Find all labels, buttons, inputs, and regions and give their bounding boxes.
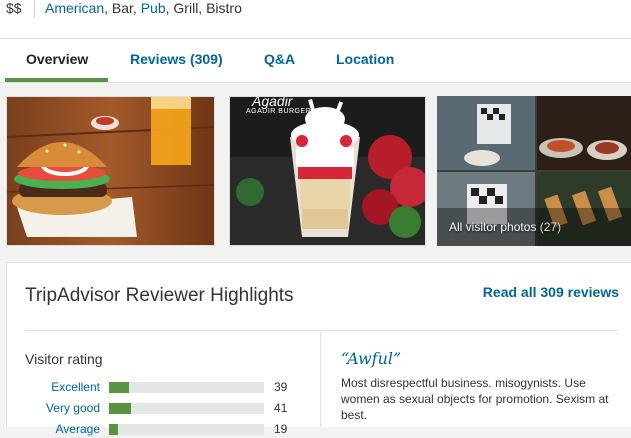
rating-label[interactable]: Excellent [25, 380, 100, 394]
rating-bar-fill [109, 382, 130, 393]
visitor-rating-title: Visitor rating [25, 351, 103, 367]
cuisine-link-pub[interactable]: Pub [141, 0, 166, 16]
visitor-photos-count: (27) [539, 220, 562, 234]
tab-reviews-label: Reviews [130, 51, 187, 67]
reviewer-highlights-card: TripAdvisor Reviewer Highlights Read all… [6, 262, 631, 436]
rating-row-average[interactable]: Average 19 [25, 422, 305, 438]
cuisine-link-american[interactable]: American [45, 0, 104, 16]
photo-strip: Agadir AGADIR BURGER All visitor photos … [0, 96, 631, 246]
cuisine-text: , Grill, Bistro [165, 0, 242, 16]
rating-row-very-good[interactable]: Very good 41 [25, 401, 305, 417]
price-range: $$ [6, 0, 22, 16]
review-snippet: Most disrespectful business. misogynists… [341, 376, 609, 422]
rating-row-excellent[interactable]: Excellent 39 [25, 380, 305, 396]
restaurant-info-row: $$ American, Bar, Pub, Grill, Bistro [0, 0, 631, 38]
rating-label[interactable]: Average [25, 422, 100, 436]
highlights-title: TripAdvisor Reviewer Highlights [25, 285, 294, 306]
cuisine-text: , Bar, [104, 0, 141, 16]
photo-dessert[interactable]: Agadir AGADIR BURGER [229, 96, 426, 246]
tab-reviews[interactable]: Reviews (309) [130, 51, 223, 67]
rating-count: 39 [274, 380, 288, 394]
rating-label[interactable]: Very good [25, 401, 100, 415]
tab-reviews-count: (309) [189, 51, 223, 67]
tab-bar: Overview Reviews (309) Q&A Location [0, 38, 631, 83]
cuisine-list: American, Bar, Pub, Grill, Bistro [45, 0, 242, 16]
rating-bar-track [109, 403, 264, 414]
tab-qa[interactable]: Q&A [264, 51, 295, 67]
review-quote-link[interactable]: “Awful” [341, 349, 401, 368]
divider [34, 0, 35, 18]
read-all-reviews-link[interactable]: Read all 309 reviews [483, 284, 619, 300]
rating-bar-track [109, 382, 264, 393]
visitor-photos-link[interactable]: All visitor photos (27) [449, 220, 561, 234]
column-divider [320, 331, 321, 427]
photo-burger[interactable] [6, 96, 215, 246]
photo-logo-text: AGADIR BURGER [246, 108, 312, 115]
photo-visitor-collage[interactable]: All visitor photos (27) [437, 96, 631, 246]
tab-location[interactable]: Location [336, 51, 394, 67]
rating-bar-fill [109, 403, 131, 414]
tab-overview[interactable]: Overview [26, 51, 88, 67]
rating-count: 19 [274, 422, 288, 436]
visitor-photos-label: All visitor photos [449, 220, 537, 234]
active-tab-indicator [5, 78, 108, 82]
divider [25, 330, 619, 331]
rating-count: 41 [274, 401, 288, 415]
